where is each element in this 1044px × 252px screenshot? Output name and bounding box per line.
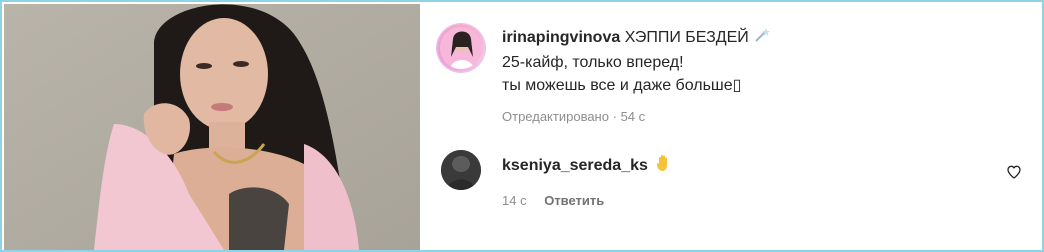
comment-text-line3: ты можешь все и даже больше: [502, 77, 733, 94]
comment-line-1: irinapingvinova ХЭППИ БЕЗДЕЙ: [502, 26, 1022, 51]
comment-text-line2: 25-кайф, только вперед!: [502, 54, 684, 71]
reply-line: kseniya_sereda_ks: [502, 154, 1022, 179]
comment-reply: kseniya_sereda_ks 14 с Ответить: [502, 154, 1022, 208]
post-photo: [4, 4, 420, 250]
reply-button[interactable]: Ответить: [544, 193, 604, 208]
heart-icon[interactable]: [1006, 164, 1022, 180]
reply-time[interactable]: 14 с: [502, 193, 527, 208]
reply-meta: 14 с Ответить: [502, 193, 1022, 208]
comment-line-3: ты можешь все и даже больше▯: [502, 74, 1022, 97]
raised-hand-icon: [656, 154, 670, 179]
reply-username[interactable]: kseniya_sereda_ks: [502, 157, 648, 174]
comment-meta: Отредактировано · 54 с: [502, 109, 1022, 124]
edited-label: Отредактировано: [502, 109, 609, 124]
comment-screenshot: irinapingvinova ХЭППИ БЕЗДЕЙ 25-кайф, то…: [0, 0, 1044, 252]
avatar-photo: [440, 27, 482, 69]
comment-main: irinapingvinova ХЭППИ БЕЗДЕЙ 25-кайф, то…: [502, 26, 1022, 124]
comment-username[interactable]: irinapingvinova: [502, 29, 620, 46]
missing-glyph: ▯: [732, 77, 742, 94]
reply-avatar[interactable]: [441, 150, 481, 190]
comments-pane: irinapingvinova ХЭППИ БЕЗДЕЙ 25-кайф, то…: [420, 4, 1040, 248]
magic-wand-icon: [753, 26, 771, 51]
comment-time[interactable]: 54 с: [621, 109, 646, 124]
comment-text-line1: ХЭППИ БЕЗДЕЙ: [624, 29, 749, 46]
author-avatar[interactable]: [437, 24, 485, 72]
meta-separator: ·: [612, 109, 617, 124]
